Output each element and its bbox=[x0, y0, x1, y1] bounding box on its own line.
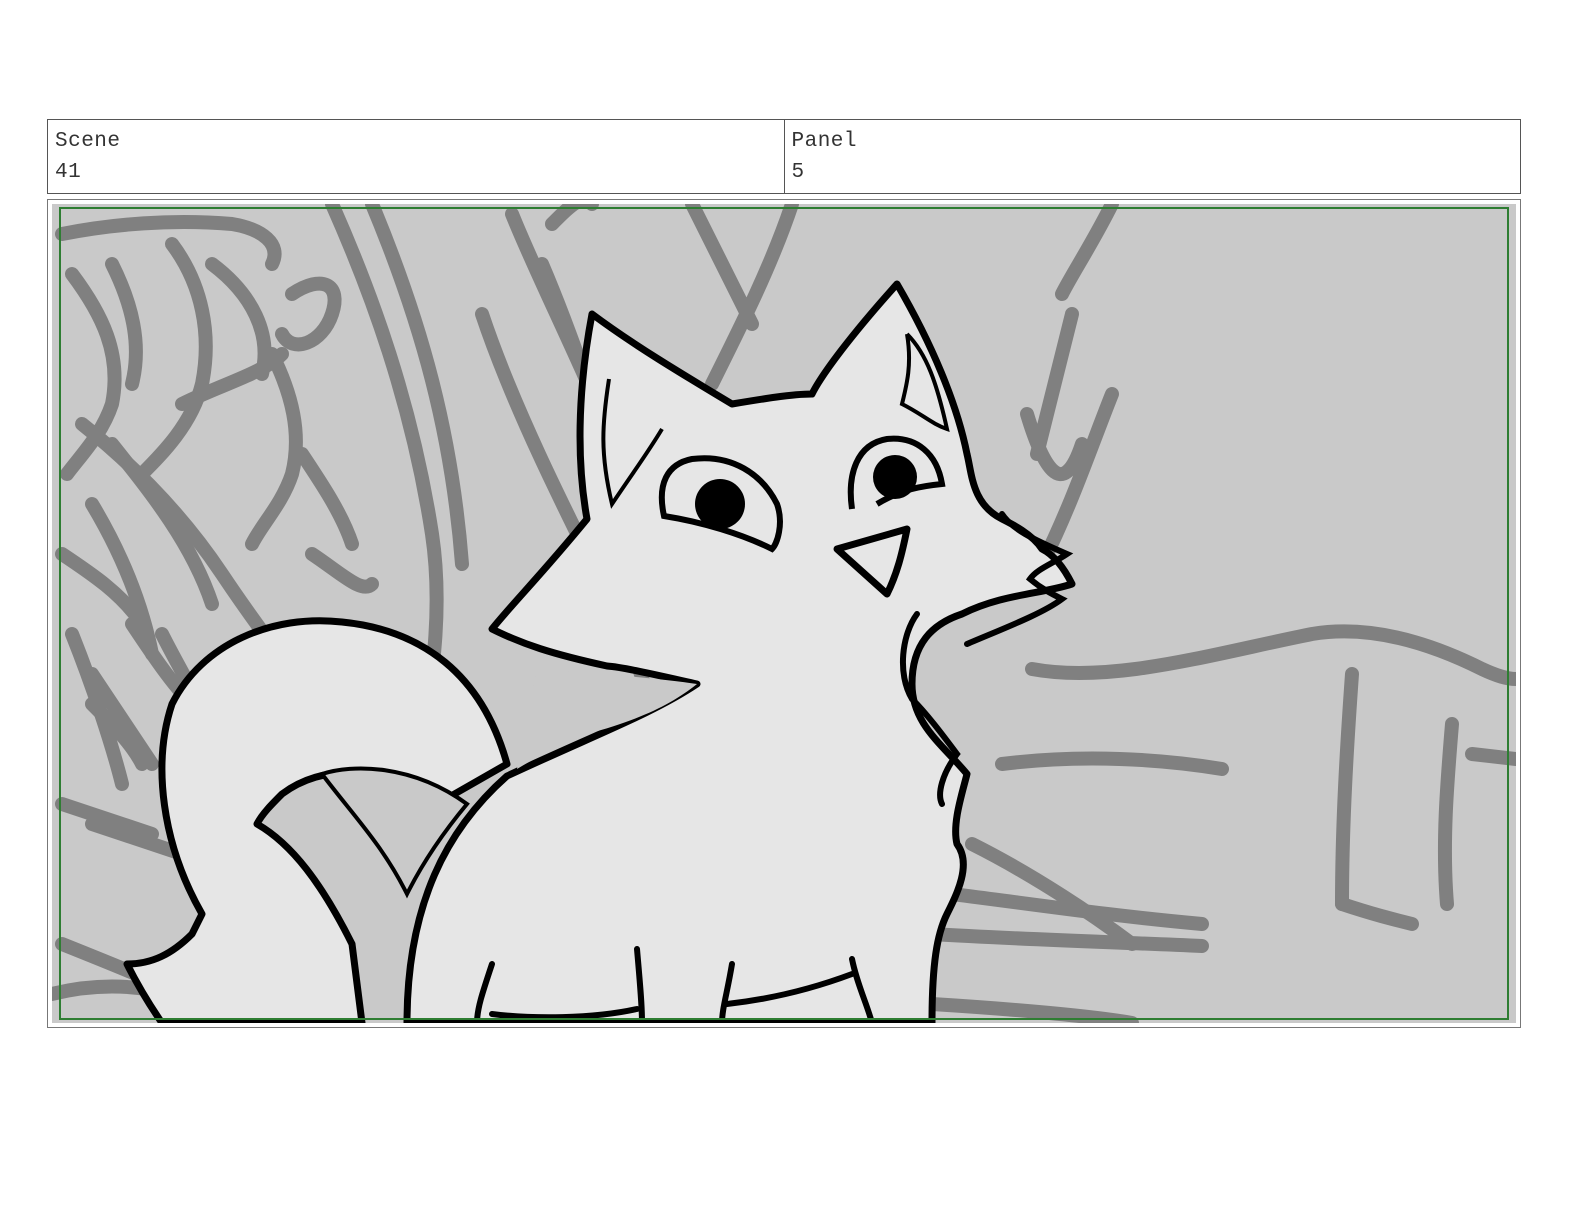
panel-cell: Panel 5 bbox=[783, 120, 1521, 193]
storyboard-header: Scene 41 Panel 5 bbox=[47, 119, 1521, 194]
panel-number: 5 bbox=[791, 161, 805, 184]
panel-label: Panel bbox=[791, 130, 858, 153]
storyboard-panel bbox=[47, 199, 1521, 1028]
panel-drawing bbox=[52, 204, 1516, 1023]
left-eye-pupil bbox=[695, 479, 745, 529]
right-eye-pupil bbox=[873, 455, 917, 499]
scene-cell: Scene 41 bbox=[48, 120, 784, 193]
scene-label: Scene bbox=[55, 130, 121, 153]
scene-number: 41 bbox=[55, 161, 82, 184]
